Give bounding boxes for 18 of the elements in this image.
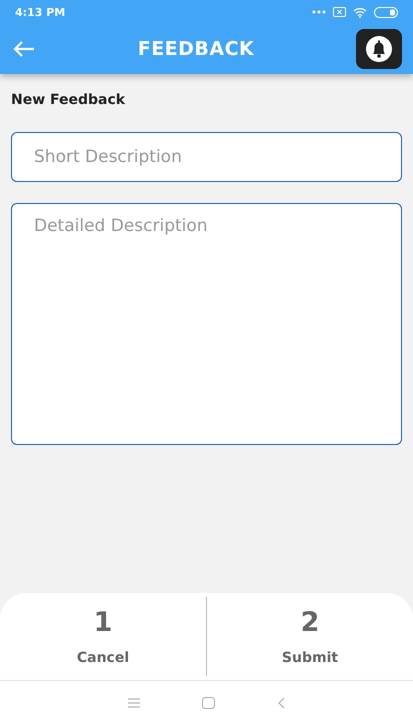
action-button[interactable]: 1 Cancel (0, 593, 206, 680)
bell-icon (365, 35, 393, 63)
sim-icon (333, 7, 346, 17)
wifi-icon (353, 6, 367, 18)
back-button[interactable] (12, 40, 36, 58)
screen-title: FEEDBACK (138, 38, 254, 60)
status-time: 4:13 PM (15, 6, 66, 18)
notification-button[interactable] (356, 29, 402, 69)
battery-icon (374, 6, 398, 18)
short-description-field[interactable]: Short Description (11, 132, 402, 182)
detailed-description-field[interactable]: Detailed Description (11, 203, 402, 445)
section-title: New Feedback (11, 92, 126, 108)
more-icon (312, 10, 326, 14)
home-icon[interactable] (202, 697, 215, 709)
back-icon[interactable] (277, 697, 285, 709)
action-button[interactable]: 2 Submit (207, 593, 413, 680)
menu-icon[interactable] (128, 698, 140, 708)
back-arrow-icon (12, 40, 36, 58)
